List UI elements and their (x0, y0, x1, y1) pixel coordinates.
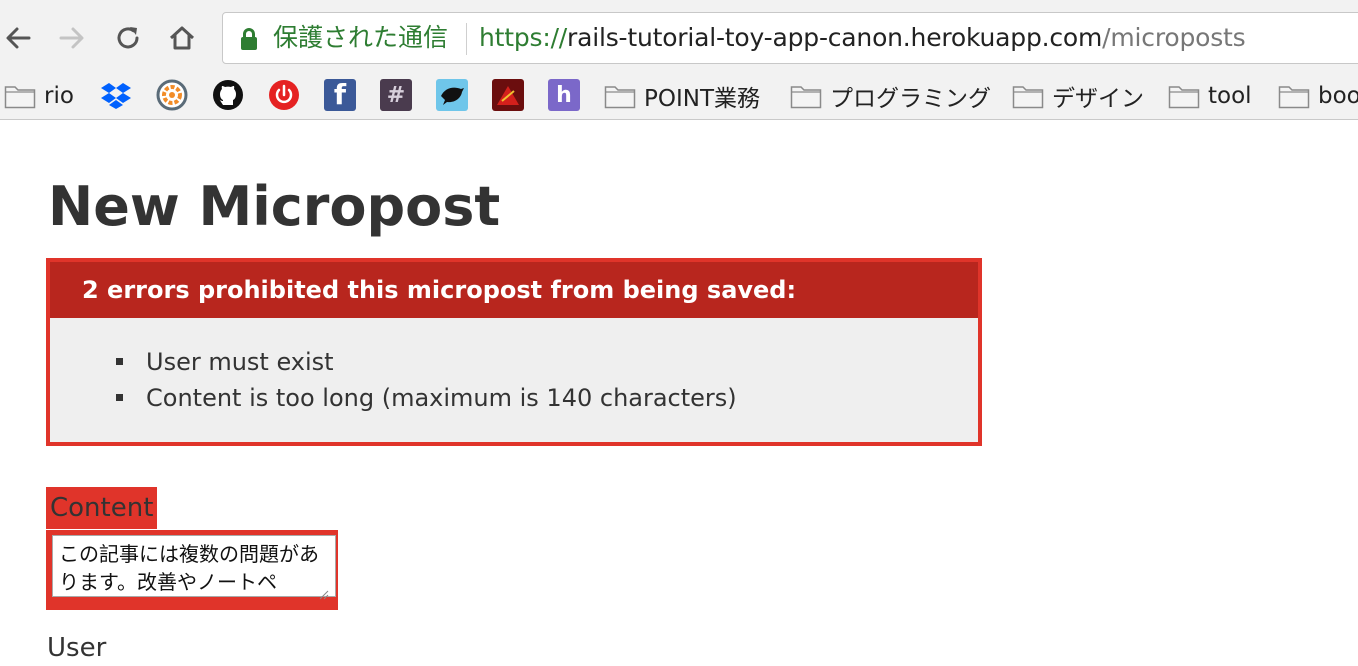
browser-toolbar: 保護された通信 https://rails-tutorial-toy-app-c… (0, 0, 1358, 74)
folder-icon (604, 86, 636, 109)
back-arrow-icon (6, 27, 31, 49)
error-item: Content is too long (maximum is 140 char… (50, 380, 737, 416)
bookmark-label: プログラミング (830, 86, 991, 112)
square-bullet-icon (116, 394, 123, 401)
forward-button[interactable] (54, 20, 90, 56)
bird-icon[interactable] (436, 79, 468, 111)
bookmark-folder-rio[interactable]: rio (4, 80, 74, 112)
error-header: 2 errors prohibited this micropost from … (50, 262, 978, 318)
bookmark-label: boo (1318, 83, 1358, 109)
dropbox-glyph (101, 83, 131, 109)
bookmark-label: POINT業務 (644, 86, 761, 112)
error-item: User must exist (50, 344, 737, 380)
error-list: User must exist Content is too long (max… (50, 344, 737, 416)
address-bar[interactable]: 保護された通信 https://rails-tutorial-toy-app-c… (222, 12, 1358, 64)
bookmark-folder-design[interactable]: デザイン (1012, 80, 1144, 112)
folder-icon (1168, 86, 1200, 109)
power-icon[interactable] (268, 79, 300, 111)
bookmark-folder-tool[interactable]: tool (1168, 80, 1252, 112)
url-scheme: https:// (479, 23, 568, 52)
reload-icon (117, 27, 139, 49)
url-host: rails-tutorial-toy-app-canon.herokuapp.c… (567, 23, 1103, 52)
bookmark-label: rio (44, 83, 74, 109)
bookmark-folder-programming[interactable]: プログラミング (790, 80, 991, 112)
content-label: Content (46, 487, 158, 529)
bookmark-folder-point[interactable]: POINT業務 (604, 80, 760, 112)
content-textarea[interactable]: この記事には複数の問題があります。改善やノートペ (52, 535, 336, 597)
forward-arrow-icon (59, 27, 84, 49)
bookmark-folder-boo[interactable]: boo (1278, 80, 1358, 112)
bookmark-label: tool (1208, 83, 1252, 109)
error-item-text: Content is too long (maximum is 140 char… (146, 384, 737, 412)
github-icon[interactable] (212, 79, 244, 111)
security-label: 保護された通信 (273, 23, 449, 52)
content-field-with-errors: この記事には複数の問題があります。改善やノートペ (46, 530, 338, 610)
github-glyph (213, 80, 243, 110)
square-bullet-icon (116, 358, 123, 365)
heroku-icon[interactable]: h (548, 79, 580, 111)
back-button[interactable] (0, 20, 36, 56)
red-app-icon[interactable] (492, 79, 524, 111)
home-icon (169, 26, 195, 50)
url-text: https://rails-tutorial-toy-app-canon.her… (479, 23, 1246, 53)
red-app-glyph (497, 86, 519, 105)
error-item-text: User must exist (146, 348, 334, 376)
home-button[interactable] (164, 20, 200, 56)
folder-icon (4, 86, 36, 109)
slack-icon[interactable]: # (380, 79, 412, 111)
folder-icon (1278, 86, 1310, 109)
folder-icon (1012, 86, 1044, 109)
bookmark-label: デザイン (1052, 86, 1144, 112)
page-title: New Micropost (48, 175, 501, 238)
error-explanation: 2 errors prohibited this micropost from … (46, 258, 982, 446)
facebook-icon[interactable]: f (324, 78, 356, 111)
dropbox-icon[interactable] (100, 79, 132, 111)
lock-icon (241, 28, 257, 50)
bookmarks-bar: rio f # h POINT業務 プログラミング デザイン tool boo (0, 74, 1358, 120)
url-path: /microposts (1102, 23, 1246, 52)
orange-gear-glyph (156, 79, 188, 111)
address-separator (466, 23, 467, 55)
bird-glyph (441, 87, 464, 105)
user-label: User (47, 633, 107, 663)
power-glyph (269, 80, 299, 110)
reload-button[interactable] (110, 20, 146, 56)
orange-gear-icon[interactable] (156, 79, 188, 111)
resize-grip-icon[interactable] (319, 590, 329, 600)
folder-icon (790, 86, 822, 109)
